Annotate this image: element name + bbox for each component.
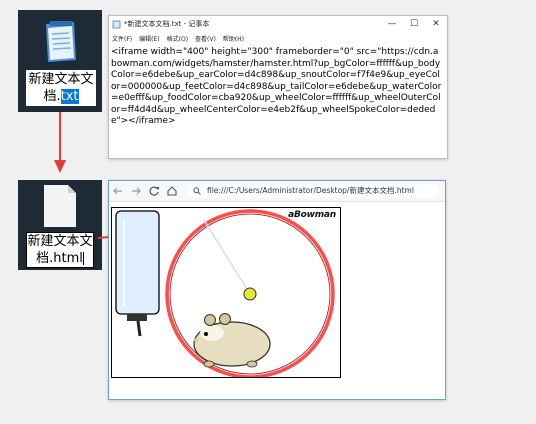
filename-line2: 档.html (36, 251, 83, 266)
menu-view[interactable]: 查看(V) (195, 34, 216, 45)
editor-text-area[interactable]: <iframe width="400" height="300" framebo… (111, 47, 443, 128)
browser-toolbar: file:///C:/Users/Administrator/Desktop/新… (109, 181, 445, 202)
home-icon[interactable] (165, 184, 179, 198)
hamster-widget[interactable]: aBowman (111, 207, 341, 378)
window-title: *新建文本文档.txt - 记事本 (124, 20, 210, 28)
title-bar[interactable]: *新建文本文档.txt - 记事本 — ☐ ✕ (109, 16, 447, 33)
menu-format[interactable]: 格式(O) (167, 34, 188, 45)
browser-window[interactable]: file:///C:/Users/Administrator/Desktop/新… (108, 180, 446, 400)
blank-file-icon (44, 185, 76, 227)
minimize-button[interactable]: — (381, 16, 403, 33)
forward-arrow-icon[interactable] (129, 184, 143, 198)
water-bottle-icon (115, 210, 160, 337)
filename-main: 新建文本文 (27, 234, 93, 249)
menu-bar: 文件(F) 编辑(E) 格式(O) 查看(V) 帮助(H) (109, 34, 447, 45)
filename-line2: 档. (43, 89, 61, 104)
filename-extension-selected: txt (60, 89, 79, 104)
menu-help[interactable]: 帮助(H) (223, 34, 244, 45)
notepad-window[interactable]: *新建文本文档.txt - 记事本 — ☐ ✕ 文件(F) 编辑(E) 格式(O… (108, 15, 448, 159)
notepad-icon (46, 21, 76, 62)
maximize-button[interactable]: ☐ (403, 16, 425, 33)
filename-main: 新建文本文 (28, 72, 94, 87)
desktop-icon-label[interactable]: 新建文本文 档.txt (26, 70, 96, 106)
text-cursor (82, 252, 84, 265)
hamster-scene (115, 209, 335, 377)
search-icon (193, 187, 201, 195)
desktop-icon-txt[interactable]: 新建文本文 档.txt (18, 10, 102, 112)
address-bar[interactable]: file:///C:/Users/Administrator/Desktop/新… (187, 184, 439, 198)
reload-icon[interactable] (147, 184, 161, 198)
menu-file[interactable]: 文件(F) (112, 34, 132, 45)
notepad-small-icon (112, 20, 121, 29)
close-button[interactable]: ✕ (425, 16, 447, 33)
back-arrow-icon[interactable] (111, 184, 125, 198)
rename-field[interactable]: 新建文本文 档.html (26, 232, 94, 268)
menu-edit[interactable]: 编辑(E) (139, 34, 159, 45)
arrow-down-icon (54, 112, 66, 173)
desktop-icon-html[interactable]: 新建文本文 档.html (18, 180, 102, 270)
url-text: file:///C:/Users/Administrator/Desktop/新… (207, 186, 414, 195)
page-content: aBowman (109, 202, 445, 398)
